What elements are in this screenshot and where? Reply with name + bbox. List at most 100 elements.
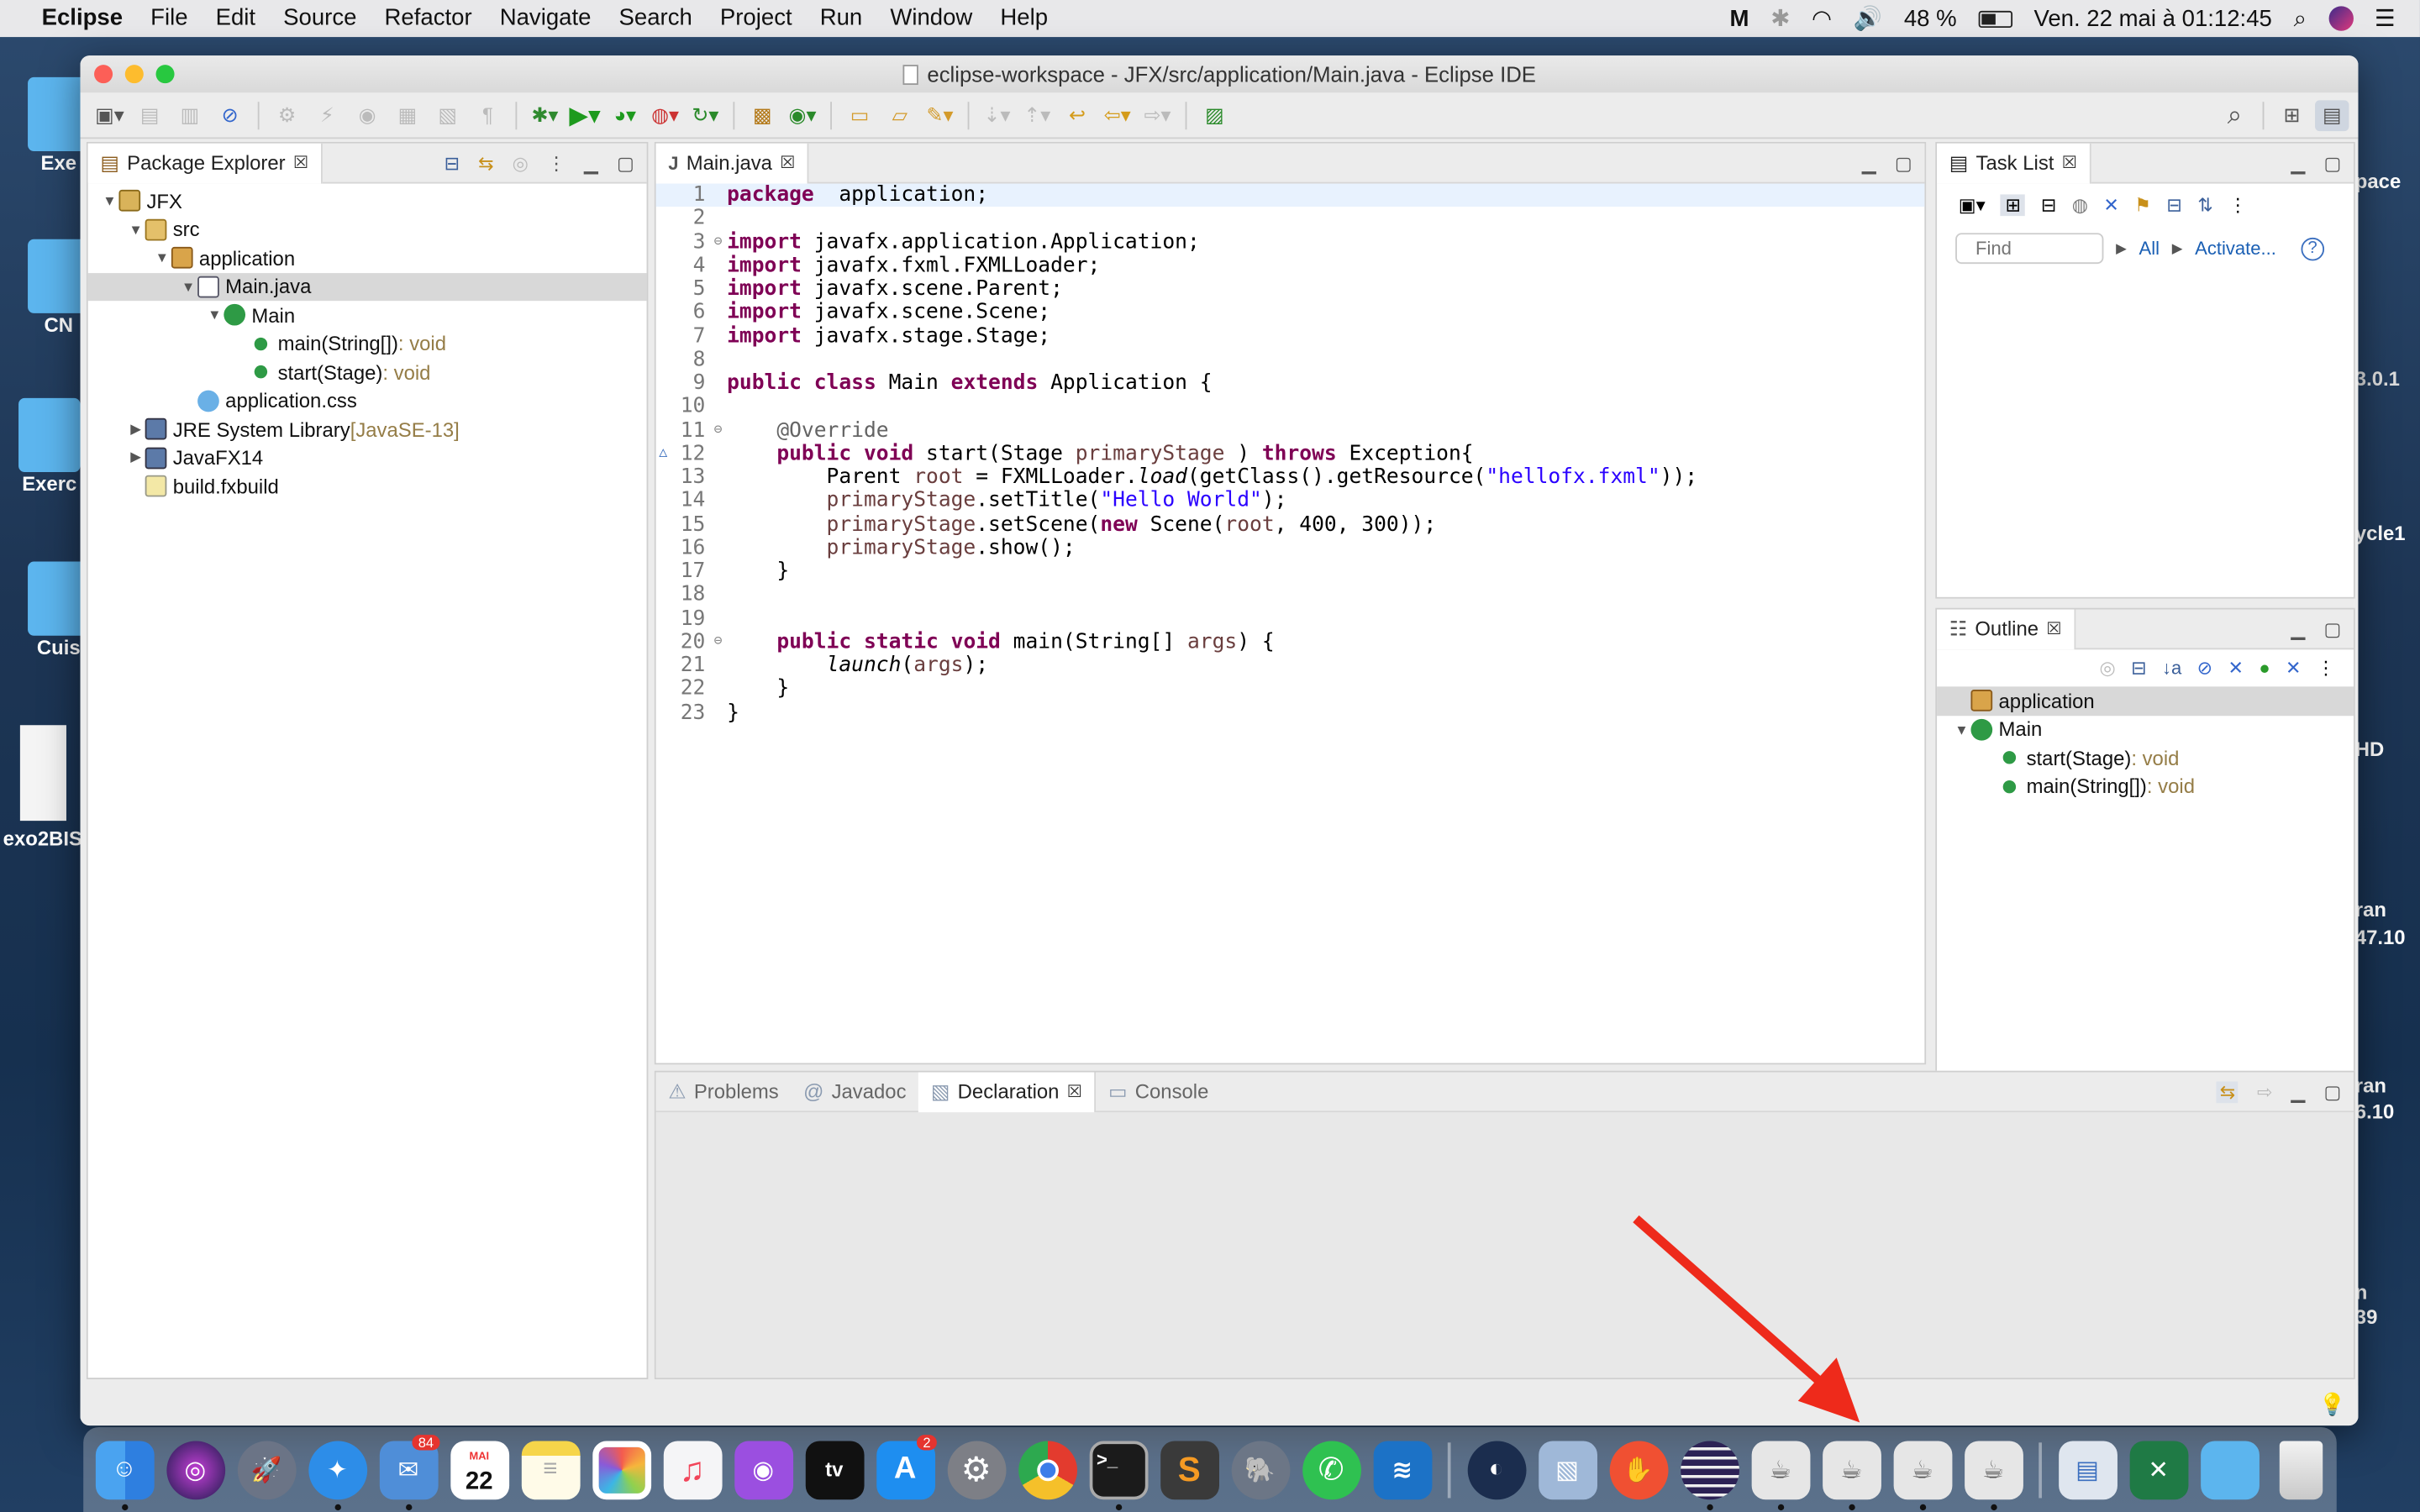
dock-safari[interactable]: ✦ [302, 1435, 372, 1511]
save-icon[interactable]: ▤ [133, 99, 166, 130]
menu-window[interactable]: Window [876, 0, 986, 37]
debug-tools-icon[interactable]: ⚙ [270, 99, 303, 130]
spotlight-icon[interactable]: ⌕ [2294, 5, 2307, 31]
malwarebytes-icon[interactable]: M [1730, 5, 1749, 31]
tab-declaration[interactable]: ▧ Declaration ☒ [918, 1071, 1097, 1112]
back-icon[interactable]: ⇦▾ [1101, 99, 1134, 130]
dock-trash[interactable] [2265, 1435, 2335, 1504]
close-icon[interactable]: ☒ [2046, 619, 2061, 638]
tab-problems[interactable]: ⚠ Problems [656, 1072, 792, 1112]
minimize-icon[interactable]: ▁ [2291, 1082, 2305, 1104]
close-icon[interactable]: ☒ [1067, 1082, 1082, 1101]
link-with-selection-icon[interactable]: ⇆ [2217, 1081, 2238, 1104]
open-type-icon[interactable]: ▭ [843, 99, 876, 130]
code-line[interactable]: 13 Parent root = FXMLLoader.load(getClas… [656, 466, 1925, 490]
code-line[interactable]: 3 ⊖ import javafx.application.Application; [656, 231, 1925, 255]
dock-java-4[interactable]: ☕ [1959, 1435, 2028, 1511]
expanded-arrow-icon[interactable]: ▼ [127, 222, 145, 237]
menu-help[interactable]: Help [986, 0, 1062, 37]
dock-system-preferences[interactable]: ⚙ [941, 1435, 1011, 1504]
focus-icon[interactable]: ⚑ [2134, 194, 2151, 216]
hide-completed-icon[interactable]: ✕ [2103, 194, 2118, 216]
code-line[interactable]: 14 primaryStage.setTitle("Hello World"); [656, 490, 1925, 513]
tab-console[interactable]: ▭ Console [1096, 1072, 1221, 1112]
dock-photos[interactable] [587, 1435, 656, 1504]
clock[interactable]: Ven. 22 mai à 01:12:45 [2033, 5, 2271, 31]
dock-java-2[interactable]: ☕ [1817, 1435, 1886, 1511]
dock-java-1[interactable]: ☕ [1745, 1435, 1815, 1511]
close-icon[interactable]: ☒ [2062, 153, 2077, 173]
menu-file[interactable]: File [137, 0, 202, 37]
code-line[interactable]: 18 [656, 584, 1925, 607]
tree-item[interactable]: ▼ application [88, 244, 647, 272]
tab-outline[interactable]: ☷ Outline ☒ [1937, 608, 2075, 649]
dock-app-store[interactable]: A2 [871, 1435, 940, 1504]
code-line[interactable]: 15 primaryStage.setScene(new Scene(root,… [656, 513, 1925, 537]
debug-tools-icon[interactable]: ▦ [391, 99, 424, 130]
code-line[interactable]: 1 package application; [655, 183, 1925, 207]
maximize-icon[interactable]: ▢ [2323, 1082, 2341, 1104]
fold-icon[interactable]: ⊖ [714, 231, 723, 255]
code-line[interactable]: 8 [656, 349, 1925, 372]
dock-documents-stack[interactable]: ▤ [2053, 1435, 2123, 1504]
code-line[interactable]: 20 ⊖ public static void main(String[] arg… [656, 631, 1925, 654]
expanded-arrow-icon[interactable]: ▼ [179, 279, 197, 294]
view-menu-icon[interactable]: ⋮ [2317, 657, 2335, 679]
categorized-icon[interactable]: ⊞ [2001, 194, 2026, 217]
dock-git-app[interactable]: ✋ [1603, 1435, 1673, 1504]
fold-icon[interactable]: ⊖ [714, 631, 723, 654]
menu-search[interactable]: Search [605, 0, 706, 37]
view-menu-icon[interactable]: ⋮ [2228, 194, 2247, 216]
menu-project[interactable]: Project [706, 0, 806, 37]
dock-eclipse[interactable] [1675, 1435, 1744, 1511]
desktop-item-exo2bis[interactable]: exo2BIS [3, 725, 82, 850]
debug-tools-icon[interactable]: ¶ [471, 99, 504, 130]
code-line[interactable]: 19 [656, 607, 1925, 631]
window-titlebar[interactable]: eclipse-workspace - JFX/src/application/… [80, 55, 2359, 93]
next-annotation-icon[interactable]: ⇣▾ [980, 99, 1013, 130]
menu-navigate[interactable]: Navigate [486, 0, 605, 37]
code-line[interactable]: 4 import javafx.fxml.FXMLLoader; [656, 255, 1925, 278]
tree-item[interactable]: main(String[]) : void [88, 329, 647, 358]
debug-tools-icon[interactable]: ⚡ [310, 99, 344, 130]
maximize-icon[interactable]: ▢ [2323, 153, 2341, 175]
menu-refactor[interactable]: Refactor [371, 0, 486, 37]
tree-item[interactable]: ▼ Main [88, 301, 647, 329]
dock-whatsapp[interactable]: ✆ [1297, 1435, 1366, 1504]
scheduled-icon[interactable]: ⊟ [2041, 194, 2056, 216]
close-window-button[interactable] [94, 65, 113, 84]
tab-javadoc[interactable]: @ Javadoc [791, 1072, 918, 1112]
collapsed-arrow-icon[interactable]: ▶ [127, 421, 145, 438]
hide-static-icon[interactable]: ✕ [2228, 657, 2244, 679]
open-input-icon[interactable]: ⇨ [2257, 1082, 2272, 1104]
tree-item[interactable]: application [1937, 686, 2354, 716]
code-line[interactable]: 17 } [656, 560, 1925, 584]
debug-icon[interactable]: ✱▾ [528, 99, 561, 130]
coverage-icon[interactable]: ◕▾ [608, 99, 642, 130]
open-task-icon[interactable]: ▱ [883, 99, 917, 130]
dock-siri[interactable]: ◎ [160, 1435, 230, 1504]
code-line[interactable]: 9 public class Main extends Application { [656, 372, 1925, 396]
dock-chrome[interactable] [1013, 1435, 1082, 1504]
dock-launchpad[interactable]: 🚀 [232, 1435, 302, 1504]
debug-tools-icon[interactable]: ▧ [430, 99, 464, 130]
code-line[interactable]: 16 primaryStage.show(); [656, 537, 1925, 560]
sync-icon[interactable]: ⇅ [2197, 194, 2212, 216]
dock-downloads-folder[interactable] [2195, 1435, 2265, 1504]
code-line[interactable]: 5 import javafx.scene.Parent; [656, 278, 1925, 302]
help-icon[interactable]: ? [2301, 236, 2324, 260]
new-class-icon[interactable]: ◉▾ [786, 99, 819, 130]
desktop-item-exerc[interactable]: Exerc [18, 397, 81, 496]
tree-item[interactable]: application.css [88, 386, 647, 415]
view-menu-icon[interactable]: ⋮ [547, 153, 566, 175]
code-line[interactable]: 22 } [656, 678, 1925, 701]
zoom-window-button[interactable] [155, 65, 175, 84]
activate-link[interactable]: Activate... [2195, 238, 2276, 260]
menu-app[interactable]: Eclipse [28, 0, 137, 37]
minimize-icon[interactable]: ▁ [584, 153, 598, 175]
synchronize-icon[interactable]: ◍ [2072, 194, 2088, 216]
collapse-all-icon[interactable]: ⊟ [2166, 194, 2181, 216]
search-tool-icon[interactable]: ✎▾ [923, 99, 956, 130]
minimize-icon[interactable]: ▁ [2291, 153, 2305, 175]
fold-icon[interactable]: ⊖ [714, 419, 723, 443]
